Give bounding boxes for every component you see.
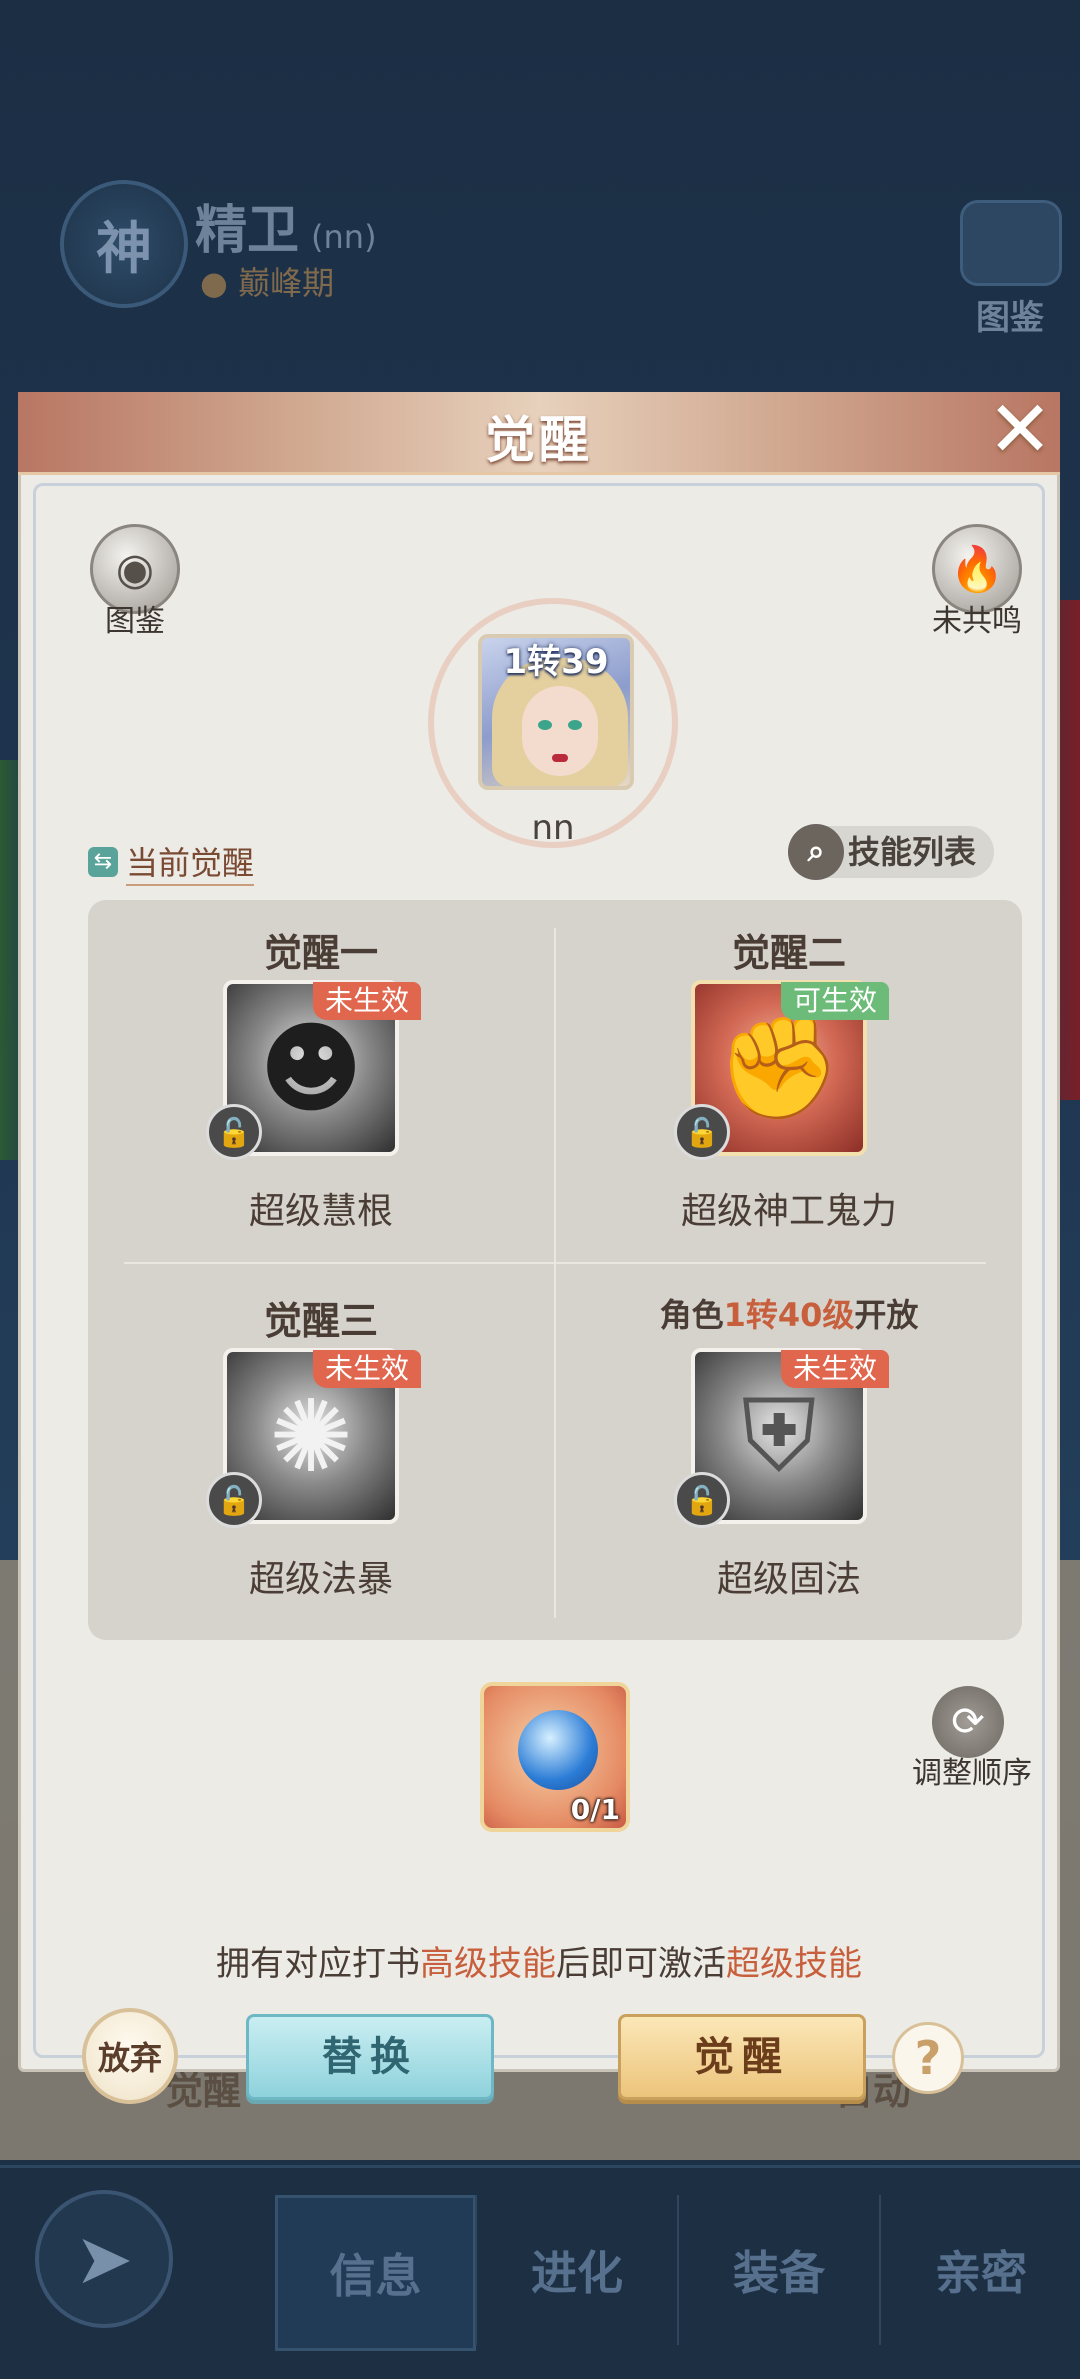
back-arrow-icon: ➤: [35, 2190, 173, 2328]
disc-icon: ◉: [115, 543, 155, 595]
tab-evolve: 进化: [475, 2195, 677, 2345]
help-button[interactable]: ?: [892, 2022, 964, 2094]
background-atlas-button: 图鉴: [960, 200, 1062, 339]
hero-tag: (nn): [311, 218, 377, 256]
slot-skill-name: 超级慧根: [248, 1191, 393, 1232]
atlas-label: 图鉴: [105, 604, 165, 639]
skill-list-label: 技能列表: [847, 833, 976, 871]
swap-icon: ⇆: [88, 847, 118, 877]
hint-highlight: 高级技能: [420, 1944, 556, 1984]
hint-text: 后即可激活: [556, 1944, 726, 1984]
flame-icon: 🔥: [949, 544, 1005, 595]
tab-equipment: 装备: [677, 2195, 879, 2345]
requirement-prefix: 角色: [659, 1296, 724, 1334]
current-awaken-link[interactable]: ⇆ 当前觉醒: [88, 838, 255, 886]
item-count: 0/1: [570, 1793, 620, 1826]
hero-stage-text: 巅峰期: [238, 264, 335, 302]
status-badge: 可生效: [781, 982, 890, 1020]
spirit-orb-icon: [518, 1710, 598, 1790]
status-badge: 未生效: [781, 1350, 890, 1388]
replace-button[interactable]: 替换: [246, 2014, 494, 2100]
awaken-button[interactable]: 觉醒: [618, 2014, 866, 2100]
dialog-inner-frame: ◉ 图鉴 🔥 未共鸣 1转39 nn ⇆ 当前觉醒 ⌕ 技能列表 觉醒一 ☻ 未…: [33, 483, 1045, 2104]
lock-icon: 🔓: [206, 1104, 262, 1160]
slot-skill-name: 超级固法: [716, 1559, 861, 1600]
dialog-title: 觉醒: [485, 411, 593, 469]
awaken-material-item[interactable]: 0/1: [480, 1682, 630, 1832]
god-badge: 神: [60, 180, 188, 308]
abandon-button[interactable]: 放弃: [82, 2008, 178, 2104]
tab-intimacy: 亲密: [879, 2195, 1080, 2345]
hero-name: 精卫 (nn): [195, 188, 377, 263]
book-icon: [960, 200, 1062, 286]
awaken-slot-2[interactable]: 觉醒二 ✊ 可生效 🔓 超级神工鬼力: [556, 900, 1022, 1270]
slot-unlock-requirement: 角色1转40级开放: [556, 1290, 1022, 1336]
dialog-title-bar: 觉醒 ✕: [18, 391, 1060, 475]
awaken-slot-3[interactable]: 觉醒三 ✺ 未生效 🔓 超级法暴: [88, 1268, 554, 1638]
requirement-suffix: 开放: [854, 1296, 919, 1334]
tab-info: 信息: [275, 2195, 476, 2351]
lock-icon: 🔓: [674, 1104, 730, 1160]
portrait-name: nn: [531, 808, 575, 848]
status-badge: 未生效: [313, 1350, 422, 1388]
slot-skill-name: 超级法暴: [248, 1559, 393, 1600]
awaken-slot-4[interactable]: 角色1转40级开放 ⛨ 未生效 🔓 超级固法: [556, 1268, 1022, 1638]
skill-list-button[interactable]: ⌕ 技能列表: [787, 824, 994, 880]
resonance-label: 未共鸣: [932, 604, 1022, 639]
background-hero-header: 神 精卫 (nn) ● 巅峰期: [60, 180, 960, 310]
awaken-slot-1[interactable]: 觉醒一 ☻ 未生效 🔓 超级慧根: [88, 900, 554, 1270]
slot-title: 觉醒一: [263, 931, 378, 975]
slot-skill-name: 超级神工鬼力: [680, 1191, 897, 1232]
hero-stage: ● 巅峰期: [200, 264, 335, 302]
lock-icon: 🔓: [206, 1472, 262, 1528]
hint-text: 拥有对应打书: [216, 1944, 420, 1984]
requirement-level: 1转40级: [723, 1296, 855, 1334]
reorder-label[interactable]: 调整顺序: [902, 1748, 1042, 1792]
background-atlas-label: 图鉴: [976, 298, 1044, 338]
activation-hint: 拥有对应打书高级技能后即可激活超级技能: [36, 1936, 1042, 1985]
awaken-dialog: 觉醒 ✕ ◉ 图鉴 🔥 未共鸣 1转39 nn ⇆ 当前觉醒 ⌕ 技能列表 觉醒…: [18, 391, 1060, 2104]
awaken-slots-panel: 觉醒一 ☻ 未生效 🔓 超级慧根 觉醒二 ✊ 可生效 🔓 超级神工鬼力 觉醒三 …: [88, 900, 1022, 1640]
hint-highlight: 超级技能: [726, 1944, 862, 1984]
close-icon[interactable]: ✕: [984, 391, 1056, 469]
slot-title: 觉醒二: [731, 931, 846, 975]
search-icon: ⌕: [787, 824, 844, 880]
slot-title: 觉醒三: [263, 1299, 378, 1343]
portrait-level: 1转39: [503, 642, 609, 682]
current-awaken-label: 当前觉醒: [126, 838, 255, 886]
lock-icon: 🔓: [674, 1472, 730, 1528]
status-badge: 未生效: [313, 982, 422, 1020]
hero-name-text: 精卫: [195, 201, 300, 261]
